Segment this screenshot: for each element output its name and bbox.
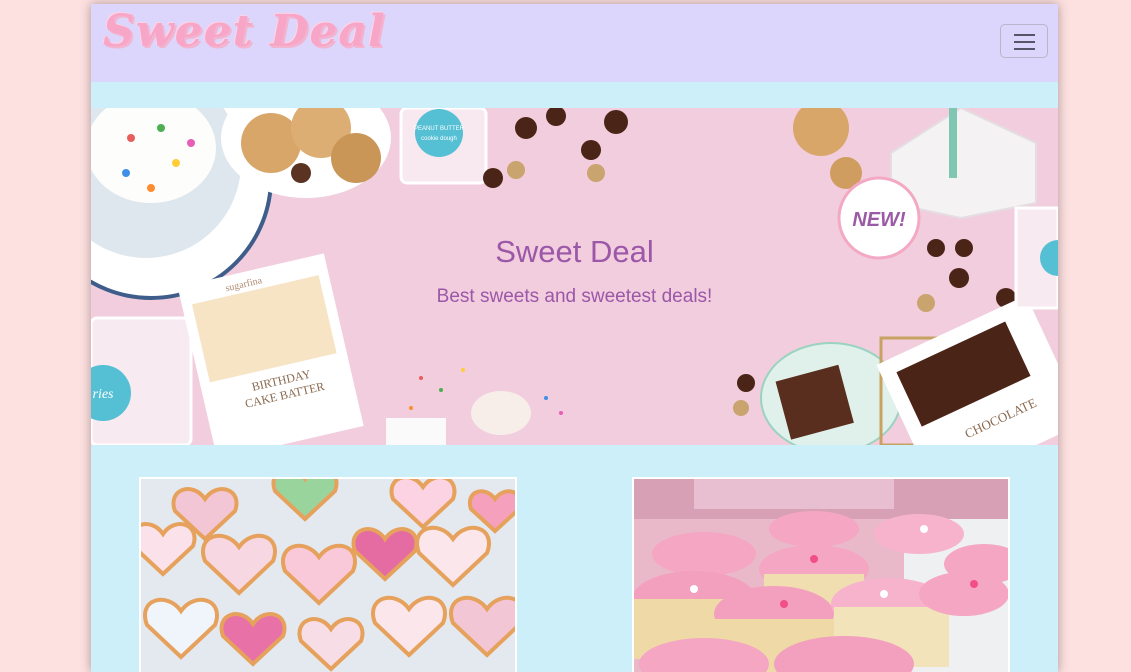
brand-logo[interactable]: Sweet Deal bbox=[103, 6, 386, 57]
navbar: Sweet Deal bbox=[91, 4, 1058, 82]
heart-cookies-image[interactable] bbox=[139, 477, 517, 672]
svg-text:cookie dough: cookie dough bbox=[421, 136, 457, 142]
hero-title: Sweet Deal bbox=[495, 234, 654, 269]
hero-banner: PEANUT BUTTER cookie dough NEW! ries sug… bbox=[91, 108, 1058, 445]
svg-text:ries: ries bbox=[93, 387, 115, 402]
hero-subtitle: Best sweets and sweetest deals! bbox=[436, 286, 713, 307]
sticker-label: PEANUT BUTTER bbox=[414, 126, 465, 132]
page-container: Sweet Deal PEANUT BUTTER cookie dough NE… bbox=[91, 4, 1058, 672]
pink-cupcakes-image[interactable] bbox=[632, 477, 1010, 672]
menu-toggle-button[interactable] bbox=[1000, 24, 1048, 58]
hero-background-image: PEANUT BUTTER cookie dough NEW! ries sug… bbox=[91, 108, 1058, 445]
new-badge-text: NEW! bbox=[852, 209, 906, 231]
